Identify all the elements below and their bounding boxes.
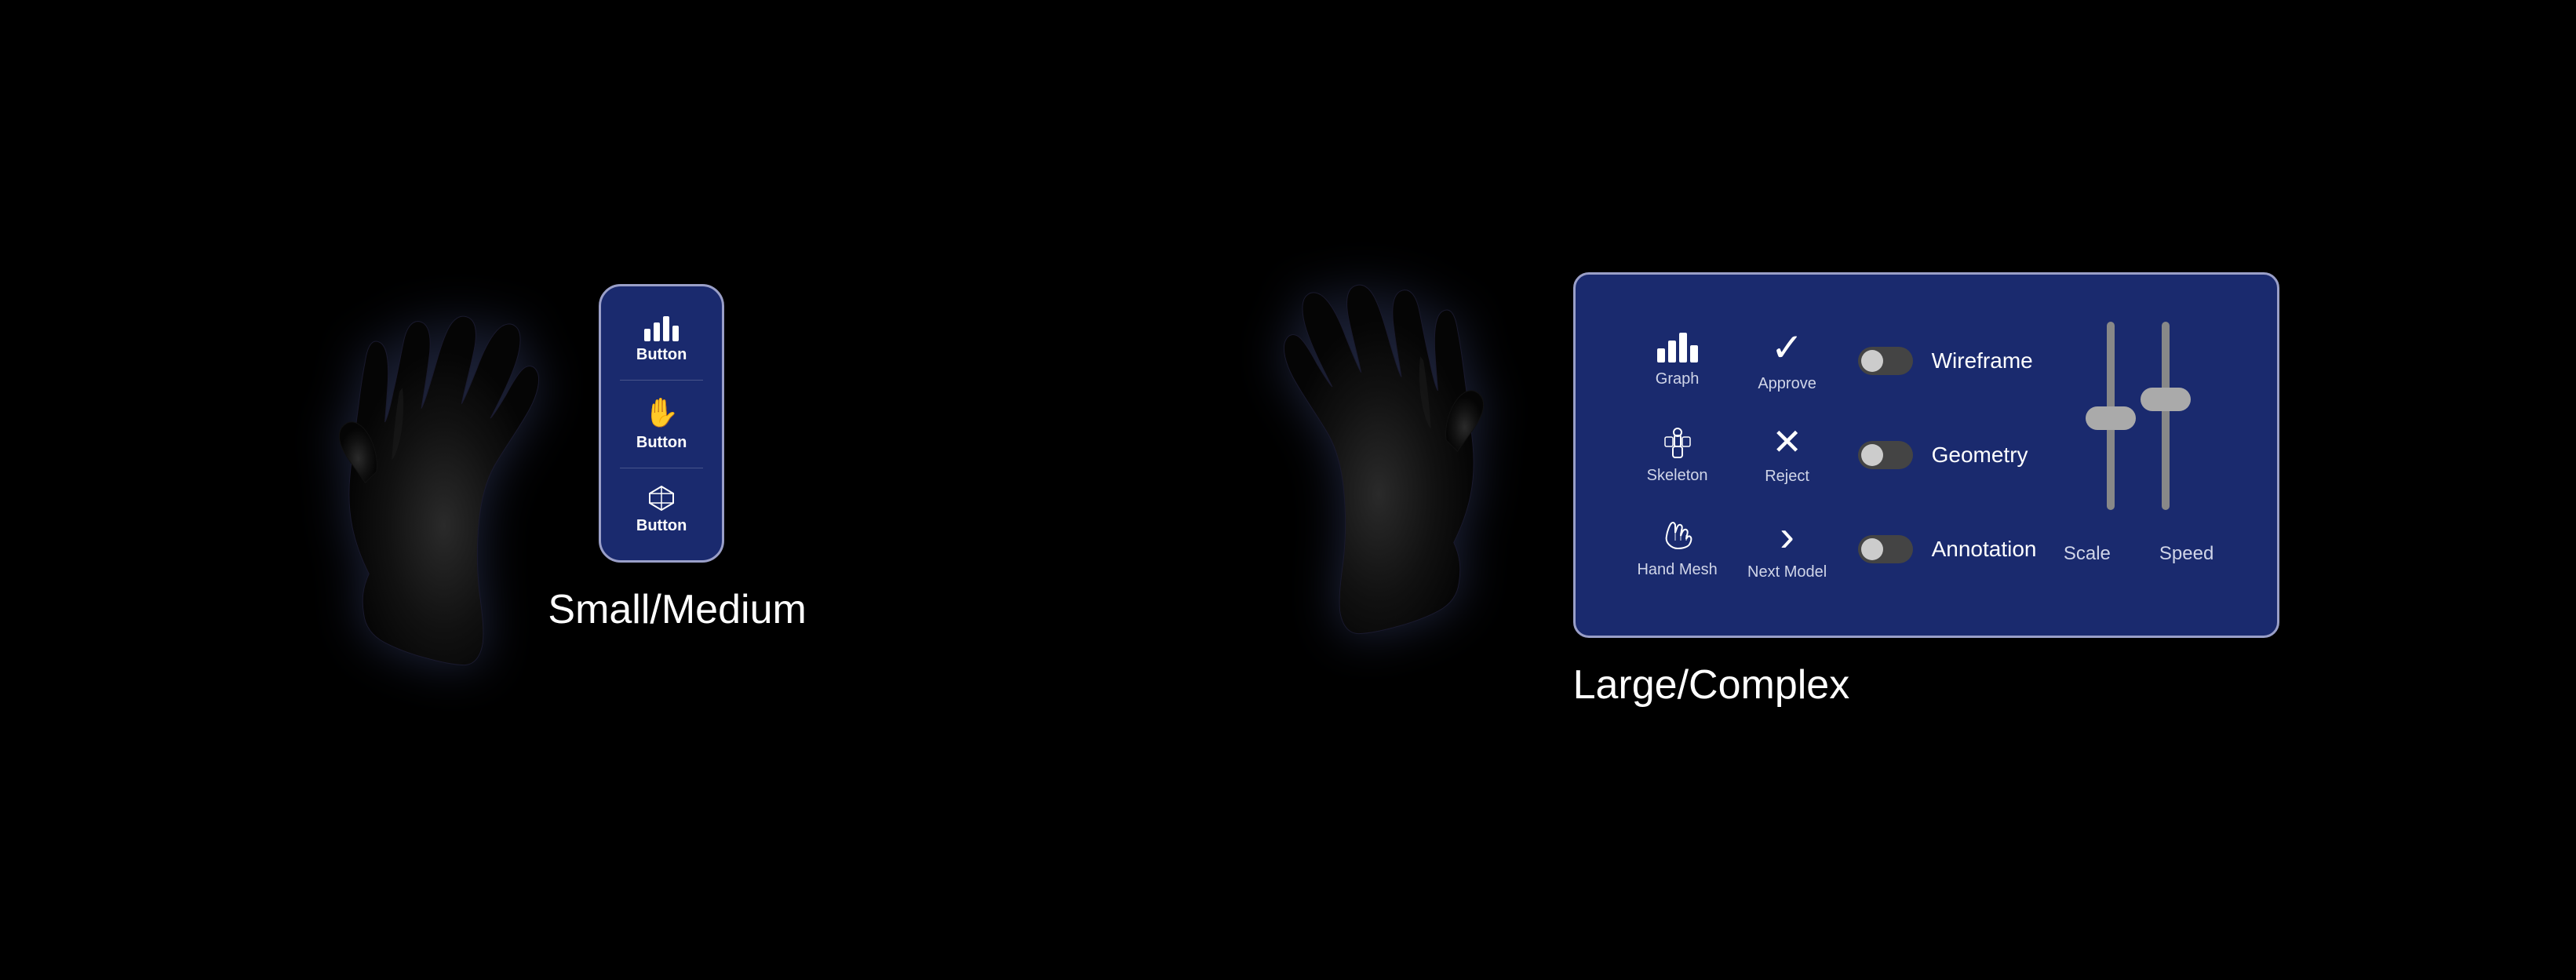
- scale-slider-handle[interactable]: [2086, 406, 2136, 430]
- next-icon: ›: [1780, 516, 1794, 556]
- wireframe-label: Wireframe: [1932, 348, 2033, 373]
- speed-slider-handle[interactable]: [2141, 388, 2191, 411]
- geometry-toggle[interactable]: [1858, 441, 1913, 469]
- graph-label: Graph: [1656, 370, 1700, 388]
- small-medium-section: Button ✋ Button Button: [297, 255, 806, 726]
- right-hand-silhouette: [1275, 224, 1526, 694]
- panel-divider-1: [620, 380, 703, 381]
- reject-label: Reject: [1765, 468, 1809, 486]
- large-complex-label: Large/Complex: [1573, 661, 1850, 709]
- approve-label: Approve: [1758, 375, 1816, 393]
- skeleton-icon: ✋: [644, 396, 680, 429]
- handmesh-label: Hand Mesh: [1637, 561, 1717, 579]
- panel-button-graph[interactable]: Button: [615, 302, 708, 373]
- scale-label: Scale: [2062, 543, 2112, 565]
- panel-item-nextmodel[interactable]: › Next Model: [1733, 516, 1842, 581]
- cube-icon: [647, 484, 676, 512]
- approve-icon: ✓: [1771, 328, 1804, 367]
- handmesh-icon: [1660, 519, 1695, 553]
- geometry-toggle-row: Geometry: [1842, 441, 2046, 469]
- panel-item-reject[interactable]: ✕ Reject: [1733, 424, 1842, 486]
- sliders-labels: Scale Speed: [2062, 543, 2213, 565]
- panel-button-cube-label: Button: [636, 517, 687, 535]
- left-hand-silhouette: [297, 255, 548, 726]
- scale-slider-track[interactable]: [2107, 322, 2115, 510]
- panel-item-approve[interactable]: ✓ Approve: [1733, 328, 1842, 393]
- nextmodel-label: Next Model: [1747, 563, 1827, 581]
- panel-item-graph[interactable]: Graph: [1623, 333, 1733, 388]
- sliders-container: [2107, 322, 2170, 535]
- panel-item-skeleton[interactable]: Skeleton: [1623, 424, 1733, 485]
- sliders-area: Scale Speed: [2046, 314, 2230, 596]
- wireframe-toggle-row: Wireframe: [1842, 347, 2046, 375]
- panel-button-cube[interactable]: Button: [615, 475, 708, 545]
- large-complex-section: Graph ✓ Approve Wireframe: [1275, 272, 2279, 709]
- scale-slider-wrapper: [2107, 322, 2115, 510]
- panel-button-skeleton-label: Button: [636, 434, 687, 452]
- large-panel-wrapper: Graph ✓ Approve Wireframe: [1573, 272, 2279, 709]
- small-medium-panel: Button ✋ Button Button: [599, 284, 724, 563]
- speed-slider-wrapper: [2162, 322, 2170, 510]
- main-scene: Button ✋ Button Button: [0, 0, 2576, 980]
- geometry-label: Geometry: [1932, 443, 2028, 468]
- small-medium-label: Small/Medium: [548, 586, 806, 633]
- annotation-label: Annotation: [1932, 537, 2037, 562]
- wireframe-toggle[interactable]: [1858, 347, 1913, 375]
- panel-item-handmesh[interactable]: Hand Mesh: [1623, 519, 1733, 579]
- panel-button-graph-label: Button: [636, 346, 687, 364]
- annotation-toggle[interactable]: [1858, 535, 1913, 563]
- speed-label: Speed: [2159, 543, 2213, 565]
- panel-button-skeleton[interactable]: ✋ Button: [615, 387, 708, 461]
- graph-icon-large: [1657, 333, 1698, 362]
- reject-icon: ✕: [1772, 424, 1802, 460]
- large-complex-panel: Graph ✓ Approve Wireframe: [1573, 272, 2279, 638]
- annotation-toggle-row: Annotation: [1842, 535, 2046, 563]
- speed-slider-track[interactable]: [2162, 322, 2170, 510]
- skeleton-label: Skeleton: [1647, 467, 1708, 485]
- graph-icon: [644, 311, 679, 341]
- skeleton-icon-large: [1660, 424, 1695, 459]
